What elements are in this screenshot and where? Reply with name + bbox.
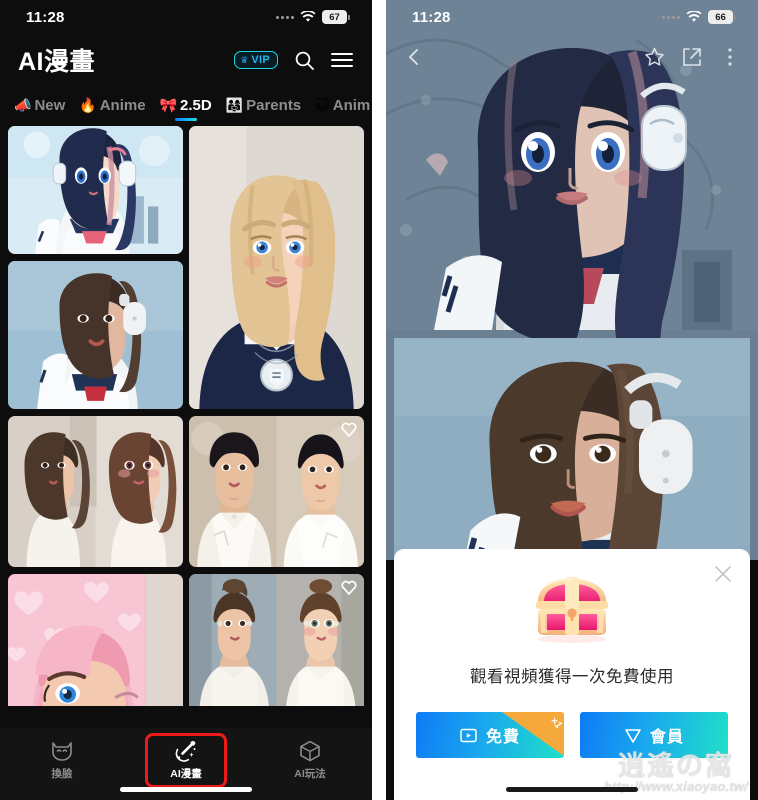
fire-icon: 🔥 [79,97,97,113]
cube-icon [299,740,321,762]
category-tab-anime[interactable]: 🔥 Anime [79,97,145,114]
preview-bottom-image [394,338,750,560]
category-label: 2.5D [180,96,212,114]
membership-button[interactable]: 會員 [580,712,728,758]
signal-dots-icon [662,15,680,19]
two-boys-white-shirts-card[interactable] [189,416,364,567]
card-artwork [189,416,364,567]
status-indicators: 67 [276,10,350,24]
like-heart-icon[interactable] [341,580,357,596]
category-label: New [34,96,66,114]
card-artwork [8,574,183,706]
detail-top-bar [386,34,758,80]
home-indicator [506,787,638,792]
category-tab-anim[interactable]: 😺 Anim [315,97,370,114]
category-tab-new[interactable]: 📣 New [14,97,65,114]
grid-column-right [189,126,364,706]
nav-item-ai-play[interactable]: AI玩法 [272,736,348,785]
more-vertical-icon[interactable] [718,45,742,69]
header-actions: ♛ VIP [234,48,354,72]
page-title: AI漫畫 [18,48,96,76]
nav-item-ai-comic[interactable]: AI漫畫 [145,733,227,788]
free-watch-video-button[interactable]: 免費 ×1 [416,712,564,758]
hamburger-menu-icon[interactable] [330,48,354,72]
star-icon[interactable] [642,45,666,69]
blonde-girl-uniform-card[interactable] [189,126,364,409]
battery-indicator: 67 [322,10,350,24]
signal-dots-icon [276,15,294,19]
close-x-icon[interactable] [714,565,734,585]
category-tabs[interactable]: 📣 New 🔥 Anime 🎀 2.5D 👨‍👩‍👧 Parents 😺 Ani… [0,86,372,122]
treasure-chest-icon [412,573,732,643]
pink-heart-background-girl-card[interactable] [8,574,183,706]
megaphone-icon: 📣 [14,97,32,113]
vip-button[interactable]: ♛ VIP [234,51,278,69]
photo-schoolgirl-headphones-card[interactable] [8,261,183,409]
two-girls-updo-hair-card[interactable] [189,574,364,706]
magic-wand-icon [174,740,198,762]
badge-count: ×1 [547,715,564,732]
status-indicators: 66 [662,10,736,24]
play-video-icon [460,726,478,744]
home-indicator [120,787,252,792]
cat-face-icon: 😺 [315,97,330,113]
nav-label: AI漫畫 [170,768,202,780]
category-label: Anim [332,96,371,114]
card-artwork [189,126,364,409]
category-tab-parents[interactable]: 👨‍👩‍👧 Parents [226,97,301,114]
crown-icon: ♛ [240,54,249,65]
wifi-icon [300,11,316,23]
active-tab-underline [174,117,197,121]
screenshot-stage: 11:28 67 AI漫畫 ♛ VIP 📣 New 🔥 Anime 🎀 2.5D… [0,0,758,800]
category-tab-2-5d[interactable]: 🎀 2.5D [159,96,212,121]
category-label: Parents [246,96,302,114]
status-time: 11:28 [412,8,451,26]
modal-message: 觀看視頻獲得一次免費使用 [470,668,674,686]
phone-divider-gap [372,0,386,800]
back-chevron-icon[interactable] [402,45,426,69]
vip-label: VIP [251,54,270,66]
card-artwork [189,574,364,706]
template-grid[interactable] [0,122,372,706]
cat-mask-icon [50,740,74,762]
right-status-bar: 11:28 66 [386,0,758,34]
vip-diamond-icon [624,726,642,744]
nav-item-face-swap[interactable]: 換臉 [24,736,100,785]
card-artwork [8,261,183,409]
battery-level: 66 [715,11,726,23]
app-header: AI漫畫 ♛ VIP [0,34,372,86]
like-heart-icon[interactable] [341,422,357,438]
left-status-bar: 11:28 67 [0,0,372,34]
battery-level: 67 [329,11,340,23]
two-girls-white-tops-card[interactable] [8,416,183,567]
right-phone-screenshot: 11:28 66 觀看視頻獲得一次免費使用 免費 ×1 會員 逍遙の窩 http… [386,0,758,800]
detail-actions [642,45,742,69]
category-label: Anime [99,96,146,114]
search-icon[interactable] [292,48,316,72]
ribbon-bow-icon: 🎀 [159,97,177,113]
nav-label: AI玩法 [294,768,326,780]
card-artwork [8,126,183,254]
card-artwork [8,416,183,567]
free-button-label: 免費 [485,729,520,746]
grid-column-left [8,126,183,706]
free-use-modal: 觀看視頻獲得一次免費使用 免費 ×1 會員 [394,549,750,800]
wifi-icon [686,11,702,23]
status-time: 11:28 [26,8,65,26]
modal-buttons: 免費 ×1 會員 [412,712,732,758]
nav-label: 換臉 [51,768,73,780]
share-external-icon[interactable] [680,45,704,69]
membership-button-label: 會員 [649,729,684,746]
left-phone-screenshot: 11:28 67 AI漫畫 ♛ VIP 📣 New 🔥 Anime 🎀 2.5D… [0,0,372,800]
family-icon: 👨‍👩‍👧 [225,97,244,113]
battery-indicator: 66 [708,10,736,24]
anime-schoolgirl-headphones-card[interactable] [8,126,183,254]
